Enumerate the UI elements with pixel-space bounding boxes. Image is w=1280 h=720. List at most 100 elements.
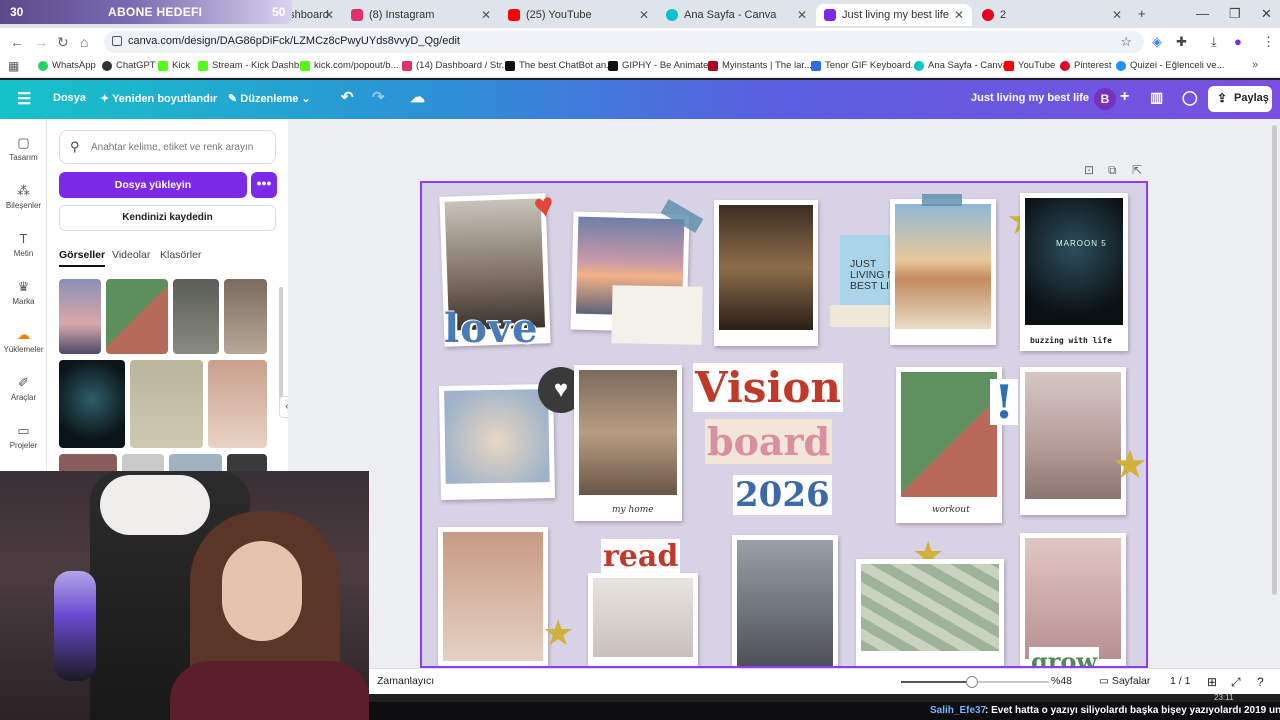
help-icon[interactable]: ? <box>1257 675 1264 689</box>
bookmark-item[interactable]: The best ChatBot an... <box>505 60 614 71</box>
fullscreen-icon[interactable]: ⤢ <box>1231 675 1241 690</box>
share-button[interactable]: ⇪ Paylaş <box>1208 86 1272 112</box>
forward-icon[interactable]: → <box>34 34 48 50</box>
grow-cutout-text[interactable]: grow <box>1028 647 1100 666</box>
bookmark-item[interactable]: kick.com/popout/b... <box>300 60 398 71</box>
reload-icon[interactable]: ↻ <box>57 34 69 51</box>
rail-brand[interactable]: ♛ Marka <box>0 279 47 306</box>
photo-maroon5-concert[interactable]: MAROON 5 buzzing with life <box>1020 193 1128 351</box>
bookmark-item[interactable]: ChatGPT <box>102 60 156 71</box>
extensions-puzzle-icon[interactable]: ✚ <box>1176 34 1187 50</box>
editing-mode-dropdown[interactable]: ✎ Düzenleme ⌄ <box>228 92 311 105</box>
bookmark-star-icon[interactable]: ☆ <box>1120 34 1132 50</box>
gold-star-sticker-icon[interactable]: ★ <box>542 615 574 651</box>
insights-icon[interactable]: ▥ <box>1150 89 1163 106</box>
redo-icon[interactable]: ↷ <box>372 88 385 106</box>
home-icon[interactable]: ⌂ <box>80 34 88 50</box>
more-options-button[interactable]: ••• <box>251 172 277 198</box>
bookmark-item[interactable]: Pinterest <box>1060 60 1112 71</box>
site-info-icon[interactable] <box>112 36 122 46</box>
record-yourself-button[interactable]: Kendinizi kaydedin <box>59 205 276 231</box>
right-scrollbar[interactable] <box>1272 125 1277 595</box>
avatar[interactable]: B <box>1094 88 1116 110</box>
exclamation-sticker[interactable]: ! <box>990 379 1019 425</box>
close-icon[interactable]: ✕ <box>639 8 649 22</box>
bookmark-item[interactable]: Ana Sayfa - Canva <box>914 60 1008 71</box>
more-bookmarks-icon[interactable]: » <box>1252 59 1258 71</box>
back-icon[interactable]: ← <box>10 34 24 50</box>
upload-thumbnail-tennis[interactable] <box>106 279 168 354</box>
bookmark-item[interactable]: (14) Dashboard / Str... <box>402 60 509 71</box>
lock-icon[interactable]: ⊡ <box>1084 163 1094 177</box>
tab-folders[interactable]: Klasörler <box>160 249 201 261</box>
bookmark-item[interactable]: WhatsApp <box>38 60 96 71</box>
tab-videos[interactable]: Videolar <box>112 249 150 261</box>
duplicate-icon[interactable]: ⧉ <box>1108 163 1117 178</box>
vision-board-page[interactable]: ♥ love JUST LIVING MY BEST LIFE ★ MAROON… <box>420 181 1148 668</box>
upload-thumbnail-living-room[interactable] <box>224 279 267 354</box>
rail-design[interactable]: ▢ Tasarım <box>0 135 47 162</box>
upload-thumbnail-money-bow[interactable] <box>130 360 203 448</box>
photo-money-hand[interactable] <box>714 200 818 346</box>
grid-view-icon[interactable]: ⊞ <box>1207 675 1217 689</box>
search-input[interactable]: ⚲ Anahtar kelime, etiket ve renk arayın <box>59 130 276 164</box>
rail-tools[interactable]: ✐ Araçlar <box>0 375 47 402</box>
close-icon[interactable]: ✕ <box>1112 8 1122 22</box>
close-icon[interactable]: ✕ <box>797 8 807 22</box>
bookmark-item[interactable]: Stream - Kick Dashb... <box>198 60 307 71</box>
bookmark-item[interactable]: Tenor GIF Keyboard... <box>811 60 918 71</box>
main-menu-icon[interactable]: ☰ <box>17 89 31 109</box>
rail-text[interactable]: T Metin <box>0 231 47 258</box>
vision-title[interactable]: Vision <box>692 363 844 412</box>
design-title[interactable]: Just living my best life <box>971 92 1089 104</box>
new-tab-icon[interactable]: + <box>1138 6 1146 21</box>
comment-icon[interactable]: ◯ <box>1182 89 1198 106</box>
apps-grid-icon[interactable]: ▦ <box>8 59 19 73</box>
bookmark-item[interactable]: Kick <box>158 60 190 71</box>
tab-canva-design[interactable]: Just living my best life - A2 (Yat ✕ <box>816 4 972 26</box>
upload-thumbnail-jewelry[interactable] <box>208 360 267 448</box>
tab-instagram[interactable]: (8) Instagram ✕ <box>343 4 499 26</box>
love-cutout-text[interactable]: love <box>444 305 539 352</box>
bookmark-item[interactable]: Quizei - Eğlenceli ve... <box>1116 60 1225 71</box>
add-collaborator-icon[interactable]: + <box>1120 88 1129 106</box>
tab-pinterest[interactable]: 2 ✕ <box>974 4 1130 26</box>
file-menu[interactable]: Dosya <box>53 92 86 104</box>
timer-button[interactable]: Zamanlayıcı <box>377 675 434 687</box>
panel-scrollbar[interactable] <box>279 287 283 407</box>
photo-cozy-home[interactable] <box>574 365 682 521</box>
photo-coffee-book[interactable] <box>588 573 698 666</box>
menu-kebab-icon[interactable]: ⋮ <box>1262 34 1275 50</box>
zoom-slider[interactable] <box>901 676 1049 688</box>
extension-icon[interactable]: ◈ <box>1152 34 1162 50</box>
bookmark-item[interactable]: YouTube <box>1004 60 1055 71</box>
upload-thumbnail-airplane-sunset[interactable] <box>59 279 101 354</box>
upload-thumbnail-concert[interactable] <box>59 360 125 448</box>
upload-thumbnail-room[interactable] <box>173 279 219 354</box>
close-window-icon[interactable]: ✕ <box>1261 6 1272 22</box>
rail-projects[interactable]: ▭ Projeler <box>0 423 47 450</box>
zoom-slider-handle[interactable] <box>966 676 978 688</box>
upload-files-button[interactable]: Dosya yükleyin <box>59 172 247 198</box>
tab-youtube[interactable]: (25) YouTube ✕ <box>500 4 657 26</box>
photo-money-pile[interactable] <box>856 559 1004 666</box>
photo-desk-notebook[interactable] <box>732 535 838 666</box>
pages-button[interactable]: ▭ Sayfalar <box>1099 675 1150 687</box>
gold-star-sticker-icon[interactable]: ★ <box>1112 445 1146 485</box>
bookmark-item[interactable]: GIPHY - Be Animated <box>608 60 714 71</box>
year-title[interactable]: 2026 <box>732 475 833 515</box>
url-field[interactable]: canva.com/design/DAG86pDiFck/LZMCz8cPwyU… <box>104 31 1144 53</box>
bookmark-item[interactable]: Myinstants | The lar... <box>708 60 812 71</box>
photo-beach-sunset[interactable] <box>890 199 996 345</box>
profile-icon[interactable]: ● <box>1234 34 1242 49</box>
close-icon[interactable]: ✕ <box>324 8 334 22</box>
tab-canva-home[interactable]: Ana Sayfa - Canva ✕ <box>658 4 815 26</box>
rail-uploads[interactable]: ☁ Yüklemeler <box>0 327 47 354</box>
undo-icon[interactable]: ↶ <box>341 88 354 106</box>
photo-tennis[interactable] <box>896 367 1002 523</box>
board-title[interactable]: board <box>704 419 833 464</box>
cloud-save-icon[interactable]: ☁ <box>410 88 425 106</box>
close-icon[interactable]: ✕ <box>481 8 491 22</box>
minimize-icon[interactable]: — <box>1196 6 1209 21</box>
zoom-value[interactable]: %48 <box>1051 675 1072 687</box>
